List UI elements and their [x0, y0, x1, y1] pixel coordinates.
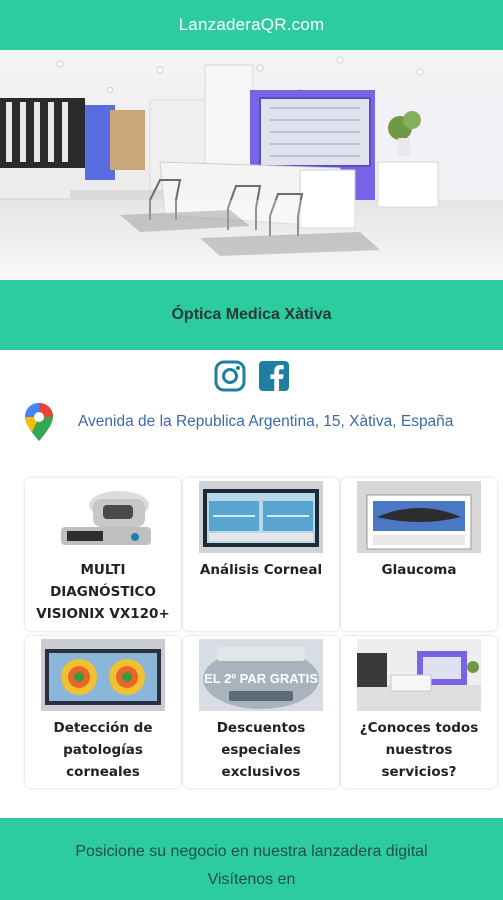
footer-line-1: Posicione su negocio en nuestra lanzader…: [75, 843, 428, 860]
card-image: [41, 481, 165, 553]
card-title: Glaucoma: [381, 562, 457, 578]
service-card[interactable]: Glaucoma: [341, 478, 497, 631]
service-card[interactable]: MULTI DIAGNÓSTICO VISIONIX VX120+: [25, 478, 181, 631]
card-title: Detección de patologías corneales: [53, 720, 153, 780]
top-header-bar: LanzaderaQR.com: [0, 0, 503, 50]
store-interior-photo: [0, 50, 503, 280]
card-title: MULTI DIAGNÓSTICO VISIONIX VX120+: [36, 562, 170, 622]
business-name: Óptica Medica Xàtiva: [171, 306, 332, 323]
map-pin-icon: [25, 403, 53, 441]
promo-text: EL 2º PAR GRATIS: [204, 671, 318, 686]
facebook-icon[interactable]: [258, 360, 290, 392]
card-image: [357, 639, 481, 711]
card-image: [41, 639, 165, 711]
address-link[interactable]: Avenida de la Republica Argentina, 15, X…: [78, 413, 453, 431]
service-card[interactable]: Detección de patologías corneales: [25, 636, 181, 788]
service-card[interactable]: Análisis Corneal: [183, 478, 339, 631]
card-title: Análisis Corneal: [199, 562, 323, 578]
card-image: [357, 481, 481, 553]
footer-promo: Posicione su negocio en nuestra lanzader…: [0, 818, 503, 900]
footer-line-2[interactable]: Visítenos en: [0, 866, 503, 894]
card-title: ¿Conoces todos nuestros servicios?: [359, 720, 479, 780]
card-title: Descuentos especiales exclusivos: [216, 720, 306, 780]
social-links: [0, 360, 503, 394]
service-card[interactable]: EL 2º PAR GRATIS Descuentos especiales e…: [183, 636, 339, 788]
service-card[interactable]: ¿Conoces todos nuestros servicios?: [341, 636, 497, 788]
business-name-bar: Óptica Medica Xàtiva: [0, 280, 503, 350]
address-row: Avenida de la Republica Argentina, 15, X…: [24, 402, 503, 442]
site-title[interactable]: LanzaderaQR.com: [179, 15, 325, 35]
card-image: EL 2º PAR GRATIS: [199, 639, 323, 711]
instagram-icon[interactable]: [214, 360, 246, 392]
card-image: [199, 481, 323, 553]
